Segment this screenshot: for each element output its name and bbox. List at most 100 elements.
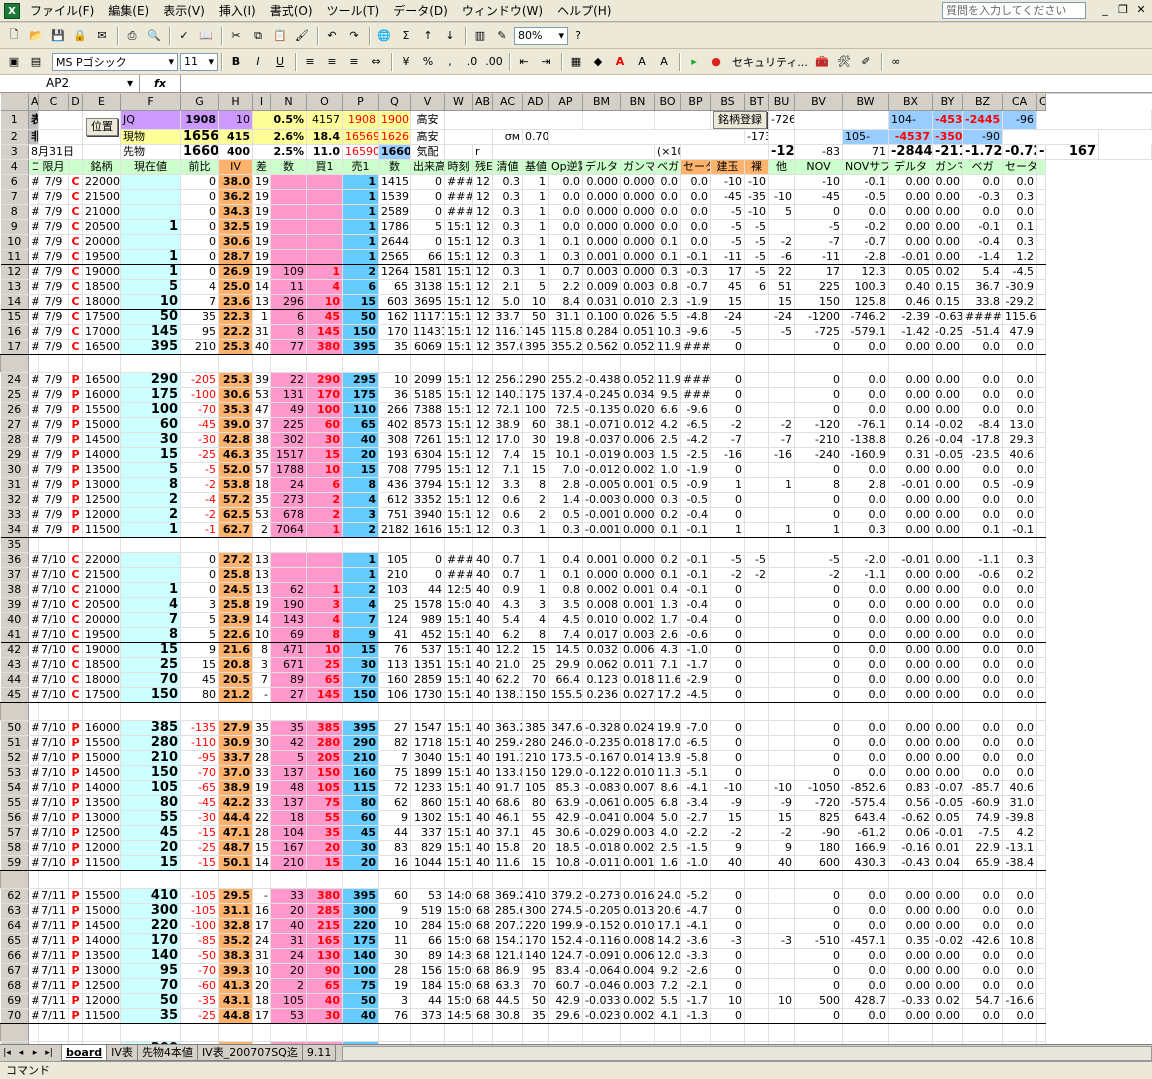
gamma-cell[interactable]: 0.010	[620, 765, 655, 781]
expiry-cell[interactable]: 7/10	[38, 795, 69, 811]
row-header[interactable]: 33	[0, 507, 29, 523]
volume-cell[interactable]: 1044	[410, 855, 445, 871]
change-cell[interactable]: 5	[180, 612, 219, 628]
theta-cell[interactable]: 0.0	[680, 189, 711, 205]
italic-icon[interactable]: I	[248, 52, 268, 72]
base-cell[interactable]: 15	[522, 642, 549, 658]
current-price-cell[interactable]: 15	[120, 855, 181, 871]
nov-sub-cell[interactable]: 0.0	[842, 582, 889, 598]
nov-sub-cell[interactable]: 125.8	[842, 294, 889, 310]
blank[interactable]	[410, 537, 445, 553]
gamma-cell[interactable]: 0.010	[620, 294, 655, 310]
change-cell[interactable]: -15	[180, 825, 219, 841]
gamma-cell[interactable]: 0.018	[620, 672, 655, 688]
nov-cell[interactable]: -11	[794, 249, 843, 265]
remain-cell[interactable]: 68	[472, 918, 493, 934]
by-cell[interactable]: -90	[962, 129, 1003, 145]
option-row[interactable]: 59#7/10P1150015-1550.114210152016104415:…	[0, 855, 1152, 871]
pos-delta-cell[interactable]: 0.00	[888, 387, 933, 403]
current-price-cell[interactable]: 150	[120, 687, 181, 703]
nov-sub-cell[interactable]: 0.0	[842, 612, 889, 628]
nov-cell[interactable]: 0	[794, 888, 843, 904]
blank[interactable]	[28, 354, 39, 373]
open-int-cell[interactable]: -16	[710, 447, 745, 463]
blank[interactable]	[932, 537, 963, 553]
blank[interactable]	[120, 702, 181, 721]
remain-cell[interactable]: 12	[472, 324, 493, 340]
current-price-cell[interactable]: 30	[120, 432, 181, 448]
row-header[interactable]: 34	[0, 522, 29, 538]
remain-cell[interactable]: 40	[472, 612, 493, 628]
cut-icon[interactable]: ✂	[226, 26, 246, 46]
column-header[interactable]: BV	[794, 94, 843, 111]
op-implied-cell[interactable]: 355.2	[548, 339, 583, 355]
change-cell[interactable]: 4	[180, 279, 219, 295]
row-header[interactable]: 16	[0, 324, 29, 340]
nov-cell[interactable]: 0	[794, 612, 843, 628]
ask1-cell[interactable]: 2	[342, 582, 379, 598]
ask-qty-cell[interactable]: 16	[378, 855, 411, 871]
row-header[interactable]: 9	[0, 219, 29, 235]
blank[interactable]	[1036, 417, 1046, 433]
strike-cell[interactable]: 15000	[82, 417, 121, 433]
r-cell[interactable]: r	[472, 144, 493, 160]
remain-cell[interactable]: 40	[472, 687, 493, 703]
op-implied-cell[interactable]: 10.1	[548, 447, 583, 463]
current-price-cell[interactable]: 280	[120, 735, 181, 751]
settle-cell[interactable]: 133.8	[492, 765, 523, 781]
vega-cell[interactable]: 7.2	[654, 978, 681, 994]
open-int-cell[interactable]: -3	[710, 933, 745, 949]
delta-cell[interactable]: 0.000	[582, 234, 621, 250]
hash-cell[interactable]: #	[28, 978, 39, 994]
current-price-cell[interactable]: 55	[120, 810, 181, 826]
blank[interactable]	[472, 1023, 493, 1042]
change-cell[interactable]: 400	[218, 144, 253, 160]
pos-delta-cell[interactable]: 0.00	[888, 174, 933, 190]
option-row[interactable]: 10#7/9C20000030.61912644015:10120.310.10…	[0, 234, 1152, 250]
field-header[interactable]: NOVサブ	[842, 159, 889, 175]
op-implied-cell[interactable]: 0.5	[548, 507, 583, 523]
blank[interactable]	[522, 870, 549, 889]
diff-cell[interactable]: 17	[252, 918, 271, 934]
current-price-cell[interactable]: 100	[120, 402, 181, 418]
column-header[interactable]: BS	[710, 94, 745, 111]
ask-qty-cell[interactable]: 83	[378, 840, 411, 856]
gamma-cell[interactable]: 0.002	[620, 612, 655, 628]
iv-cell[interactable]: 43.1	[218, 993, 253, 1009]
blank[interactable]	[680, 1023, 711, 1042]
change-cell[interactable]: -25	[180, 447, 219, 463]
blank[interactable]	[218, 537, 253, 553]
option-row[interactable]: 13#7/9C185005425.014114665313815:10122.1…	[0, 279, 1152, 295]
naked-cell[interactable]	[744, 462, 769, 478]
option-row[interactable]: 43#7/10C18500251520.836712530113135115:1…	[0, 657, 1152, 673]
nov-cell[interactable]: 0	[794, 204, 843, 220]
strike-cell[interactable]: 15000	[82, 903, 121, 919]
nov-cell[interactable]: 0	[794, 672, 843, 688]
hash-cell[interactable]: #	[28, 825, 39, 841]
bv-cell[interactable]: 104-	[888, 110, 933, 130]
pos-delta-cell[interactable]: 0.00	[888, 189, 933, 205]
op-implied-cell[interactable]: 0.1	[548, 567, 583, 583]
vega-cell[interactable]: 20.6	[654, 903, 681, 919]
settle-cell[interactable]: 0.3	[492, 189, 523, 205]
open-int-cell[interactable]: 0	[710, 948, 745, 964]
pos-delta-cell[interactable]: 0.00	[888, 597, 933, 613]
nov-sub-cell[interactable]: 166.9	[842, 840, 889, 856]
delta-cell[interactable]: -0.046	[582, 978, 621, 994]
pos-gamma-cell[interactable]: 0.02	[932, 993, 963, 1009]
option-row[interactable]: 70#7/11P1150035-2544.8175330407637314:59…	[0, 1008, 1152, 1024]
qty-cell[interactable]: 62	[270, 582, 307, 598]
autosum-icon[interactable]: Σ	[396, 26, 416, 46]
current-price-cell[interactable]	[120, 174, 181, 190]
row-header[interactable]: 54	[0, 780, 29, 796]
pos-theta-cell[interactable]: 29.3	[1002, 432, 1037, 448]
by-cell[interactable]: -0.72	[1002, 144, 1037, 160]
option-row[interactable]: 44#7/10C18000704520.57896570160285915:10…	[0, 672, 1152, 688]
row-header[interactable]: 17	[0, 339, 29, 355]
open-int-cell[interactable]: 0	[710, 582, 745, 598]
volume-cell[interactable]: 860	[410, 795, 445, 811]
remain-cell[interactable]: 12	[472, 462, 493, 478]
blank[interactable]	[582, 1023, 621, 1042]
blank[interactable]	[82, 537, 121, 553]
naked-cell[interactable]	[744, 642, 769, 658]
